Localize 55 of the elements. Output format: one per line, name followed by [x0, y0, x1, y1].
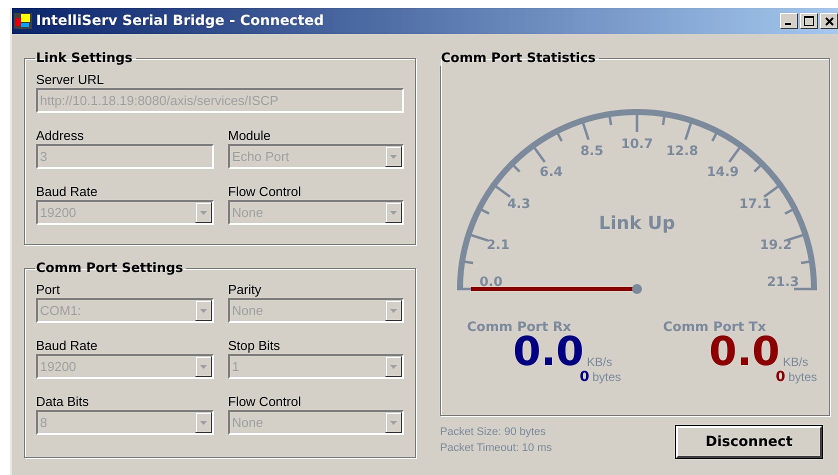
field-label: Port: [36, 281, 61, 298]
field-label: Stop Bits: [228, 337, 282, 354]
caret-icon: [390, 420, 397, 424]
close-icon: [824, 16, 834, 26]
group-title: Comm Port Statistics: [440, 51, 597, 66]
disconnect-button[interactable]: Disconnect: [676, 426, 822, 458]
field-label: Baud Rate: [36, 337, 98, 354]
channel-label: Comm Port Rx: [467, 320, 572, 335]
byte-count: 0: [580, 369, 590, 385]
gauge-tick-label: 6.4: [540, 164, 563, 180]
field-label: Flow Control: [228, 393, 302, 410]
group-title: Link Settings: [35, 51, 134, 66]
gauge-tick-label: 10.7: [620, 137, 654, 152]
field-label: Parity: [228, 281, 262, 298]
rate-unit: KB/s: [782, 355, 808, 369]
field-label: Server URL: [36, 71, 105, 88]
caret-icon: [200, 420, 207, 424]
caret-icon: [390, 364, 397, 368]
gauge-status: Link Up: [598, 213, 676, 234]
packet-info: Packet Timeout: 10 ms: [440, 442, 552, 454]
caret-icon: [200, 308, 207, 312]
byte-count: 0: [776, 369, 786, 385]
channel-label: Comm Port Tx: [663, 320, 767, 335]
app-icon: [14, 13, 32, 29]
gauge-tick-label: 12.8: [666, 144, 698, 160]
caret-icon: [200, 364, 207, 368]
gauge-tick-label: 21.3: [766, 275, 800, 290]
rate-value: 0.0: [513, 335, 584, 369]
maximize-button[interactable]: [800, 13, 818, 29]
count-unit: bytes: [788, 370, 817, 384]
packet-info: Packet Size: 90 bytes: [440, 426, 547, 438]
caret-icon: [200, 210, 207, 214]
field-label: Flow Control: [228, 183, 302, 200]
rate-value: 0.0: [709, 335, 780, 369]
field-label: Baud Rate: [36, 183, 98, 200]
minimize-button[interactable]: [780, 13, 798, 29]
gauge-tick-label: 19.2: [760, 238, 792, 253]
field-label: Address: [36, 127, 85, 144]
field-label: Data Bits: [36, 393, 90, 410]
caret-icon: [390, 154, 397, 158]
gauge-tick-label: 8.5: [580, 144, 604, 160]
caret-icon: [390, 308, 397, 312]
maximize-icon: [804, 16, 814, 26]
gauge-tick-label: 4.3: [507, 197, 530, 212]
gauge-tick-label: 17.1: [739, 197, 772, 212]
caret-icon: [390, 210, 397, 214]
group-title: Comm Port Settings: [35, 261, 184, 276]
gauge-tick-label: 14.9: [706, 164, 739, 180]
rate-unit: KB/s: [586, 355, 612, 369]
field-label: Module: [228, 127, 272, 144]
count-unit: bytes: [592, 370, 621, 384]
close-button[interactable]: [820, 13, 838, 29]
gauge-tick-label: 0.0: [479, 275, 503, 290]
window-title: IntelliServ Serial Bridge - Connected: [36, 13, 325, 29]
gauge-tick-label: 2.1: [486, 238, 510, 253]
